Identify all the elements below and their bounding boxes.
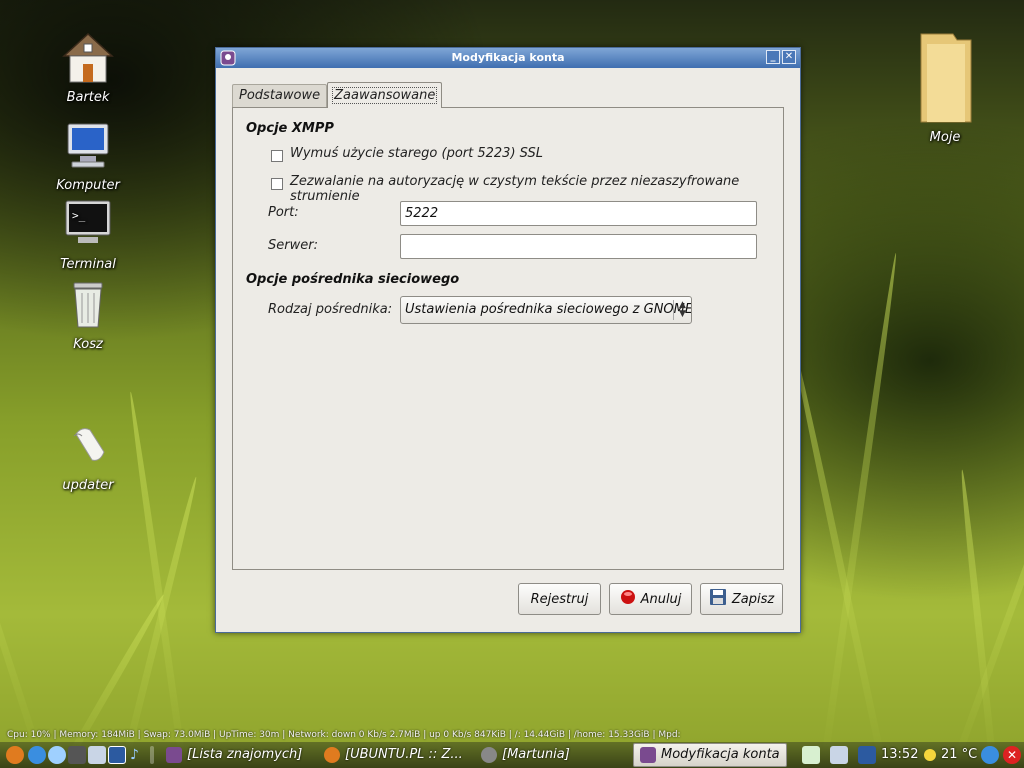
ubuntu-menu-icon[interactable]	[6, 746, 24, 764]
desktop-icon-home[interactable]: Bartek	[43, 30, 133, 105]
updown-arrows-icon: ▲ ▼	[673, 300, 691, 320]
port-input[interactable]: 5222	[400, 201, 757, 226]
browser-icon[interactable]	[28, 746, 46, 764]
taskbar: ♪ [Lista znajomych] [UBUNTU.PL :: Z... […	[0, 742, 1024, 768]
clock[interactable]: 13:52	[881, 742, 918, 768]
server-input[interactable]	[400, 234, 757, 259]
minimize-button[interactable]: _	[766, 50, 780, 64]
desktop-switcher-icon[interactable]	[108, 746, 126, 764]
system-monitor: Cpu: 10% | Memory: 184MiB | Swap: 73.0Mi…	[7, 730, 681, 740]
desktop-icon-updater[interactable]: updater	[43, 418, 133, 493]
shutdown-icon[interactable]: ✕	[1003, 746, 1021, 764]
proxy-heading: Opcje pośrednika sieciowego	[246, 272, 460, 287]
computer-icon	[60, 118, 116, 174]
script-icon	[60, 418, 116, 474]
terminal-launcher-icon[interactable]	[68, 746, 86, 764]
chat-icon[interactable]	[48, 746, 66, 764]
force-ssl-checkbox[interactable]	[271, 150, 283, 162]
tab-basic[interactable]: Podstawowe	[232, 84, 328, 107]
titlebar[interactable]: Modyfikacja konta _ ✕	[216, 48, 800, 68]
tab-bar: Podstawowe Zaawansowane	[232, 81, 443, 108]
task-buddy-list[interactable]: [Lista znajomych]	[166, 742, 302, 768]
desktop-icon-label: Komputer	[56, 178, 120, 193]
floppy-icon	[709, 588, 727, 610]
file-manager-icon[interactable]	[88, 746, 106, 764]
plaintext-auth-label[interactable]: Zezwalanie na autoryzację w czystym tekś…	[290, 174, 783, 204]
desktop-icon-label: Terminal	[60, 257, 116, 272]
advanced-panel: Opcje XMPP Wymuś użycie starego (port 52…	[232, 107, 784, 570]
tab-advanced[interactable]: Zaawansowane	[327, 82, 443, 108]
notification-icon[interactable]	[802, 746, 820, 764]
task-account-dialog[interactable]: Modyfikacja konta	[633, 743, 787, 767]
network-icon[interactable]	[830, 746, 848, 764]
desktop-icon-terminal[interactable]: >_ Terminal	[43, 197, 133, 272]
task-conversation[interactable]: [Martunia]	[481, 742, 570, 768]
sun-icon	[924, 749, 936, 761]
proxy-type-label: Rodzaj pośrednika:	[268, 302, 393, 317]
xmpp-heading: Opcje XMPP	[246, 121, 334, 136]
desktop-icon-label: updater	[62, 478, 114, 493]
desktop-icon-computer[interactable]: Komputer	[43, 118, 133, 193]
home-icon	[60, 30, 116, 86]
cancel-button[interactable]: Anuluj	[609, 583, 692, 615]
calendar-icon[interactable]	[858, 746, 876, 764]
globe-icon[interactable]	[981, 746, 999, 764]
plaintext-auth-checkbox[interactable]	[271, 178, 283, 190]
proxy-type-select[interactable]: Ustawienia pośrednika sieciowego z GNOME…	[400, 296, 692, 324]
task-firefox[interactable]: [UBUNTU.PL :: Z...	[324, 742, 463, 768]
register-button[interactable]: Rejestruj	[518, 583, 601, 615]
window-title: Modyfikacja konta	[451, 51, 565, 64]
proxy-type-value: Ustawienia pośrednika sieciowego z GNOME	[405, 302, 692, 317]
force-ssl-label[interactable]: Wymuś użycie starego (port 5223) SSL	[290, 146, 543, 161]
desktop-icon-label: Moje	[929, 130, 961, 145]
pidgin-icon	[220, 50, 236, 66]
cancel-icon	[620, 589, 636, 609]
desktop-icon-trash[interactable]: Kosz	[43, 277, 133, 352]
desktop-icon-label: Bartek	[66, 90, 110, 105]
desktop-icon-folder[interactable]: Moje	[900, 30, 990, 145]
terminal-icon: >_	[60, 197, 116, 253]
folder-icon	[913, 30, 977, 126]
close-button[interactable]: ✕	[782, 50, 796, 64]
pidgin-icon	[166, 747, 182, 763]
pidgin-icon	[640, 747, 656, 763]
register-button-label: Rejestruj	[530, 591, 589, 607]
firefox-icon	[324, 747, 340, 763]
port-label: Port:	[268, 205, 299, 220]
svg-text:>_: >_	[72, 209, 86, 222]
save-button-label: Zapisz	[731, 591, 775, 607]
account-dialog: Modyfikacja konta _ ✕ Podstawowe Zaawans…	[215, 47, 801, 633]
separator	[150, 746, 154, 764]
weather-applet[interactable]: 21 °C	[924, 742, 977, 768]
server-label: Serwer:	[268, 238, 318, 253]
desktop-icon-label: Kosz	[73, 337, 103, 352]
cancel-button-label: Anuluj	[640, 591, 682, 607]
save-button[interactable]: Zapisz	[700, 583, 783, 615]
trash-icon	[60, 277, 116, 333]
music-note-icon[interactable]: ♪	[130, 746, 142, 764]
close-circle-icon	[481, 747, 497, 763]
